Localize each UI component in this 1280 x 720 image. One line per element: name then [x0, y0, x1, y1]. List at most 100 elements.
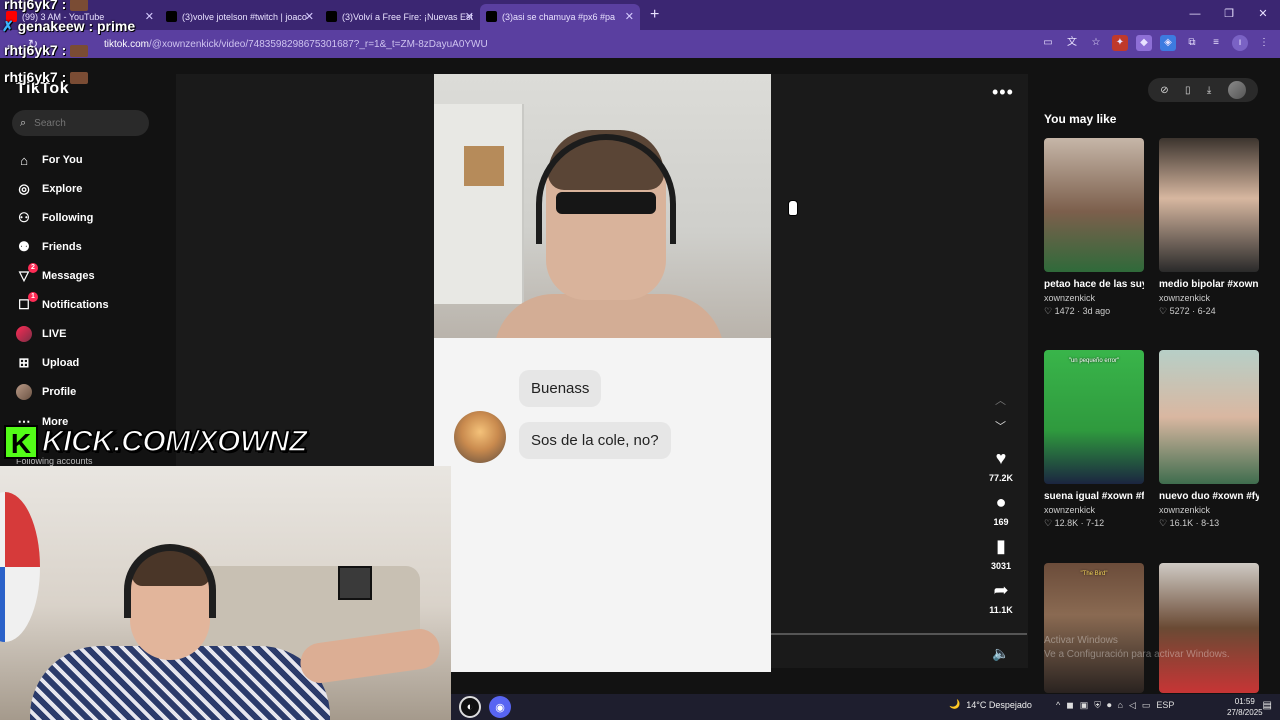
- like-count: 77.2K: [988, 473, 1014, 483]
- nav-for-you[interactable]: ⌂ For You: [16, 150, 82, 170]
- close-icon[interactable]: ✕: [625, 10, 634, 23]
- speaker-icon[interactable]: ◁: [1129, 700, 1136, 711]
- windows-activation-watermark: Activar Windows Ve a Configuración para …: [1044, 635, 1230, 660]
- gamepad-icon[interactable]: ◼: [1066, 700, 1073, 711]
- search-input[interactable]: [34, 117, 135, 129]
- menu-kebab-icon[interactable]: ⋮: [1256, 35, 1272, 51]
- chevron-down-icon[interactable]: ﹀: [995, 418, 1006, 434]
- recommended-video[interactable]: "un pequeño error" suena igual #xown #fy…: [1044, 350, 1144, 529]
- shield-icon[interactable]: ⛨: [1094, 700, 1101, 711]
- video-title: petao hace de las suyas #xown #fyp...: [1044, 279, 1144, 290]
- obs-icon[interactable]: ◐: [459, 696, 481, 718]
- restore-icon[interactable]: ❐: [1212, 0, 1246, 28]
- extension-icon[interactable]: ◆: [1136, 35, 1152, 51]
- user-avatar[interactable]: [1227, 81, 1246, 99]
- chat-message: rhtj6yk7 :: [4, 42, 89, 58]
- video-thumbnail: [1159, 350, 1259, 484]
- battery-icon[interactable]: ▭: [1142, 700, 1151, 711]
- inbox-icon: ☐ 1: [16, 292, 38, 313]
- chevron-up-icon[interactable]: ^: [1056, 700, 1060, 711]
- translate-icon[interactable]: 文: [1064, 35, 1080, 51]
- nav-notifications[interactable]: ☐ 1 Notifications: [16, 292, 109, 315]
- browser-tab-bar: (99) 3 AM - YouTube ✕ (3)volve jotelson …: [0, 0, 1280, 30]
- close-icon[interactable]: ✕: [465, 10, 474, 23]
- microphone-icon[interactable]: ⏺: [1107, 700, 1112, 711]
- nav-messages[interactable]: ▽ 2 Messages: [16, 263, 95, 286]
- extensions-puzzle-icon[interactable]: ⧉: [1184, 35, 1200, 51]
- chevron-up-icon[interactable]: ︿: [995, 392, 1006, 408]
- like-button[interactable]: ♥ 77.2K: [985, 448, 1017, 486]
- you-may-like-title: You may like: [1044, 112, 1117, 126]
- search-icon: ⌕: [20, 116, 27, 129]
- device-icon[interactable]: ▯: [1185, 85, 1191, 96]
- kick-logo-icon: K: [4, 425, 38, 459]
- comment-icon: ●: [995, 492, 1007, 512]
- profile-icon[interactable]: ı: [1232, 35, 1248, 51]
- heart-icon: ♡: [1044, 306, 1055, 316]
- heart-icon: ♥: [995, 448, 1007, 468]
- comment-count: 169: [993, 517, 1009, 527]
- recommended-video[interactable]: "The Bird": [1044, 563, 1144, 693]
- discord-icon[interactable]: ◉: [489, 696, 511, 718]
- tab-label: (3)volve jotelson #twitch | joaco: [182, 12, 307, 22]
- tab-label: (3)asi se chamuya #px6 #pa: [502, 12, 616, 22]
- reading-list-icon[interactable]: ≡: [1208, 35, 1224, 51]
- nav-following[interactable]: ⚇ Following: [16, 208, 93, 228]
- tiktok-video-player[interactable]: Buenass Sos de la cole, no?: [434, 74, 771, 672]
- more-options-icon[interactable]: •••: [992, 82, 1014, 103]
- browser-tab-tiktok-2[interactable]: (3)Volví a Free Fire: ¡Nuevas Est ✕: [320, 4, 480, 30]
- extension-icon[interactable]: ◈: [1160, 35, 1176, 51]
- notification-icon[interactable]: ▤: [1263, 700, 1272, 711]
- close-window-icon[interactable]: ✕: [1246, 0, 1280, 28]
- video-author: xownzenkick: [1044, 505, 1096, 515]
- browser-tab-tiktok-1[interactable]: (3)volve jotelson #twitch | joaco ✕: [160, 4, 320, 30]
- close-icon[interactable]: ✕: [145, 10, 154, 23]
- new-tab-plus-icon[interactable]: +: [650, 6, 659, 24]
- live-icon: [16, 326, 32, 342]
- prize-wheel: [0, 492, 40, 642]
- cast-icon[interactable]: ▭: [1040, 35, 1056, 51]
- recommended-video[interactable]: medio bipolar #xown #fyp #clips #xown...…: [1159, 138, 1259, 317]
- emote-icon: [70, 45, 89, 58]
- network-icon[interactable]: ⌂: [1118, 700, 1123, 711]
- emote-icon: [70, 0, 89, 12]
- tab-label: (3)Volví a Free Fire: ¡Nuevas Est: [342, 12, 474, 22]
- tiktok-icon: [326, 11, 337, 22]
- nav-label: Following: [42, 212, 94, 224]
- weather-widget[interactable]: 🌙 14°C Despejado: [949, 699, 1032, 710]
- nav-profile[interactable]: Profile: [16, 382, 76, 402]
- video-title: suena igual #xown #fyp #clips #xown...: [1044, 491, 1144, 502]
- messages-badge: 2: [28, 263, 38, 273]
- recommended-video[interactable]: nuevo duo #xown #fyp #clips #xown... xow…: [1159, 350, 1259, 529]
- nav-friends[interactable]: ⚉ Friends: [16, 237, 82, 257]
- nav-live[interactable]: LIVE: [16, 324, 66, 344]
- extension-icon[interactable]: ✦: [1112, 35, 1128, 51]
- search-box[interactable]: ⌕: [12, 110, 149, 136]
- taskbar-clock[interactable]: 01:59 27/8/2025: [1227, 696, 1263, 718]
- recommended-video[interactable]: [1159, 563, 1259, 693]
- close-icon[interactable]: ✕: [305, 10, 314, 23]
- bookmark-star-icon[interactable]: ☆: [1088, 35, 1104, 51]
- share-button[interactable]: ➦ 11.1K: [985, 580, 1017, 618]
- video-thumbnail: [1159, 563, 1259, 693]
- language-indicator[interactable]: ESP: [1156, 700, 1174, 711]
- save-button[interactable]: ▮ 3031: [985, 536, 1017, 574]
- recommended-video[interactable]: petao hace de las suyas #xown #fyp... xo…: [1044, 138, 1144, 317]
- notifications-badge: 1: [28, 292, 38, 302]
- video-thumbnail: [1044, 138, 1144, 272]
- minimize-icon[interactable]: —: [1178, 0, 1212, 28]
- tiktok-sidebar: TikTok ⌕ ⌂ For You ◎ Explore ⚇ Following…: [0, 58, 176, 468]
- video-progress-bar[interactable]: [771, 633, 1027, 635]
- comment-button[interactable]: ● 169: [985, 492, 1017, 530]
- video-meta: ♡ 12.8K · 7-12: [1044, 518, 1105, 528]
- video-author: xownzenkick: [1044, 293, 1096, 303]
- nav-upload[interactable]: ⊞ Upload: [16, 353, 80, 373]
- tray-app-icon[interactable]: ▣: [1080, 700, 1089, 711]
- coin-icon[interactable]: ⊘: [1160, 85, 1168, 96]
- share-icon: ➦: [993, 580, 1009, 600]
- url-field[interactable]: tiktok.com/@xownzenkick/video/7483598298…: [104, 39, 488, 50]
- download-icon[interactable]: ⤓: [1207, 85, 1211, 96]
- nav-explore[interactable]: ◎ Explore: [16, 179, 82, 199]
- browser-tab-tiktok-active[interactable]: (3)asi se chamuya #px6 #pa ✕: [480, 4, 640, 30]
- volume-icon[interactable]: 🔈: [992, 645, 1009, 662]
